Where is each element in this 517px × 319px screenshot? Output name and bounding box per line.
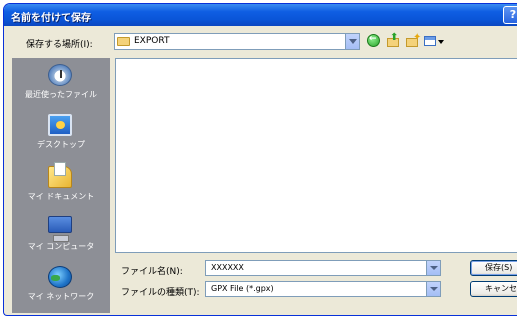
filename-label: ファイル名(N):: [121, 267, 183, 277]
my-computer-icon: [48, 216, 72, 242]
up-one-level-button[interactable]: ⬆: [385, 32, 401, 49]
filetype-dropdown-button[interactable]: [426, 282, 440, 296]
places-item-label: マイ ネットワーク: [27, 292, 95, 301]
folder-icon: [117, 37, 130, 46]
chevron-down-icon: [430, 266, 438, 270]
recent-documents-icon: [48, 64, 72, 86]
dialog-title: 名前を付けて保存: [11, 13, 91, 24]
filename-dropdown-button[interactable]: [426, 261, 440, 275]
places-item-my-computer[interactable]: マイ コンピュータ: [12, 212, 110, 262]
chevron-down-icon: [430, 287, 438, 291]
places-item-desktop[interactable]: デスクトップ: [12, 110, 110, 160]
cancel-button[interactable]: キャンセル: [470, 281, 517, 297]
new-folder-button[interactable]: ✦: [404, 32, 421, 49]
help-button[interactable]: ?: [503, 6, 517, 24]
places-item-label: 最近使ったファイル: [25, 90, 97, 99]
title-bar[interactable]: 名前を付けて保存 ?: [4, 4, 517, 26]
places-item-label: マイ コンピュータ: [27, 242, 95, 251]
places-item-my-network[interactable]: マイ ネットワーク: [12, 262, 110, 312]
back-button[interactable]: ←: [366, 33, 382, 49]
my-network-icon: [48, 266, 72, 288]
chevron-down-icon: [349, 39, 357, 44]
filename-input[interactable]: XXXXXX: [205, 260, 441, 276]
filetype-value: GPX File (*.gpx): [211, 284, 274, 293]
places-item-label: デスクトップ: [37, 140, 85, 149]
filetype-select[interactable]: GPX File (*.gpx): [205, 281, 441, 297]
save-as-dialog: 名前を付けて保存 ? 保存する場所(I): EXPORT ← ⬆ ✦ 最近使った…: [3, 3, 517, 316]
views-menu-icon: [424, 36, 436, 46]
desktop-icon: [48, 114, 72, 136]
places-item-my-documents[interactable]: マイ ドキュメント: [12, 162, 110, 212]
views-menu-button[interactable]: [423, 33, 445, 49]
places-item-label: マイ ドキュメント: [27, 192, 95, 201]
caret-down-icon: [438, 40, 444, 44]
places-item-recent[interactable]: 最近使ったファイル: [12, 60, 110, 110]
save-in-label: 保存する場所(I):: [26, 40, 93, 50]
save-in-dropdown-button[interactable]: [345, 34, 359, 49]
filename-value: XXXXXX: [211, 263, 244, 272]
save-button[interactable]: 保存(S): [470, 260, 517, 276]
places-bar: 最近使ったファイル デスクトップ マイ ドキュメント マイ コンピュータ マイ …: [12, 58, 110, 313]
filetype-label: ファイルの種類(T):: [121, 288, 200, 298]
file-list-pane[interactable]: [115, 58, 517, 253]
save-in-dropdown[interactable]: EXPORT: [114, 33, 360, 50]
my-documents-icon: [48, 162, 72, 188]
save-in-value: EXPORT: [134, 36, 170, 46]
